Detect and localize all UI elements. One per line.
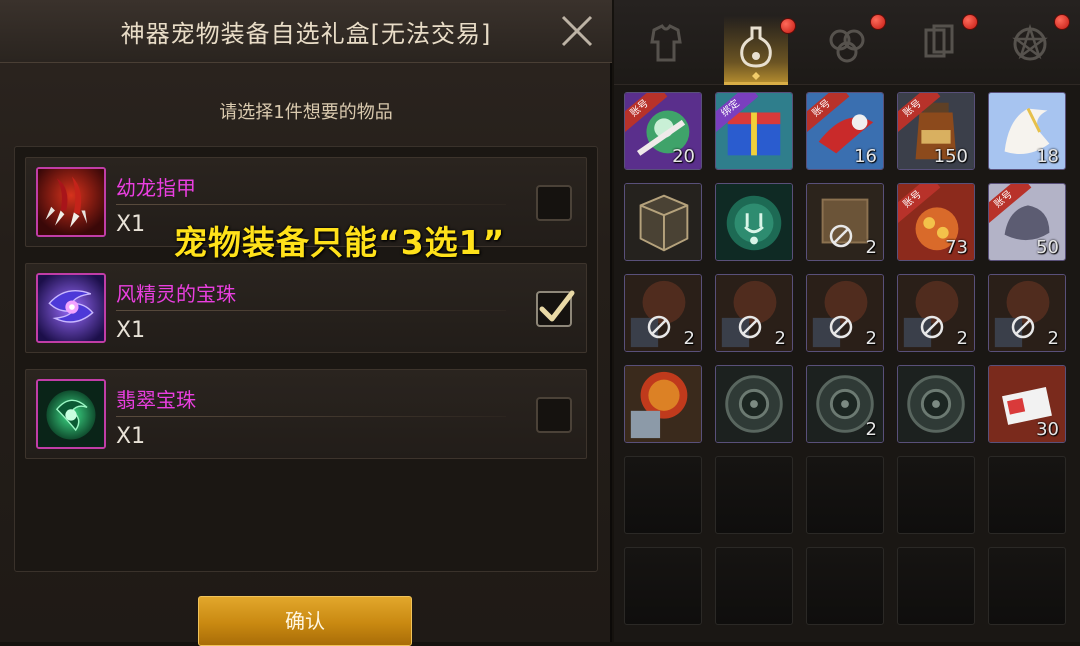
disc-item-icon — [716, 366, 792, 442]
item-count: 2 — [865, 419, 877, 440]
item-count: 2 — [865, 237, 877, 258]
item-name: 风精灵的宝珠 — [116, 282, 236, 306]
empty-slot[interactable] — [624, 547, 702, 625]
inventory-slot[interactable]: 2 — [988, 274, 1066, 352]
divider — [116, 310, 506, 311]
item-count: 150 — [933, 146, 968, 167]
inventory-slot[interactable]: 30 — [988, 365, 1066, 443]
inventory-slot[interactable] — [715, 365, 793, 443]
item-count: 30 — [1036, 419, 1059, 440]
overlay-caption: 宠物装备只能“3选1” — [174, 223, 506, 262]
item-checkbox-checked[interactable] — [536, 290, 575, 327]
item-count: 16 — [854, 146, 877, 167]
green-orb-item-icon — [716, 184, 792, 260]
empty-slot[interactable] — [806, 456, 884, 534]
no-trade-icon — [829, 315, 853, 339]
item-checkbox[interactable] — [536, 185, 572, 221]
inventory-slot[interactable]: 2 — [806, 183, 884, 261]
empty-slot[interactable] — [897, 456, 975, 534]
item-count: 2 — [774, 328, 786, 349]
no-trade-icon — [829, 224, 853, 248]
jade-orb-icon — [36, 379, 106, 449]
divider — [116, 416, 506, 417]
item-choice-list: 幼龙指甲 X1 风精灵的宝珠 X1 翡翠宝珠 X1 — [14, 146, 598, 572]
gift-box-dialog: 神器宠物装备自选礼盒[无法交易] 请选择1件想要的物品 幼龙指甲 X1 风精灵的… — [0, 0, 612, 646]
inventory-tab-bar — [614, 0, 1080, 85]
tab-equipment[interactable] — [634, 12, 698, 76]
inventory-slot[interactable]: 账号 20 — [624, 92, 702, 170]
inventory-slot[interactable]: 账号 16 — [806, 92, 884, 170]
dragon-claw-icon — [36, 167, 106, 237]
checkmark-icon — [539, 290, 575, 322]
item-row-jade-orb[interactable]: 翡翠宝珠 X1 — [25, 369, 587, 459]
item-quantity: X1 — [116, 424, 146, 449]
inventory-slot[interactable] — [897, 365, 975, 443]
empty-slot[interactable] — [715, 456, 793, 534]
item-row-wind-spirit-orb[interactable]: 风精灵的宝珠 X1 — [25, 263, 587, 353]
item-count: 20 — [672, 146, 695, 167]
tab-special[interactable] — [998, 12, 1070, 76]
inventory-slot[interactable]: 2 — [624, 274, 702, 352]
item-count: 18 — [1036, 146, 1059, 167]
item-count: 50 — [1036, 237, 1059, 258]
empty-slot[interactable] — [806, 547, 884, 625]
notification-badge — [962, 14, 978, 30]
no-trade-icon — [647, 315, 671, 339]
inventory-slot[interactable]: 2 — [806, 365, 884, 443]
inventory-slot[interactable] — [624, 183, 702, 261]
armor-icon — [650, 24, 682, 62]
close-button[interactable] — [556, 10, 598, 52]
cards-icon — [924, 24, 954, 58]
no-trade-icon — [1011, 315, 1035, 339]
tab-materials[interactable] — [814, 12, 886, 76]
empty-slot[interactable] — [897, 547, 975, 625]
confirm-button[interactable]: 确认 — [198, 596, 412, 646]
inventory-slot[interactable]: 2 — [806, 274, 884, 352]
inventory-slot[interactable] — [624, 365, 702, 443]
empty-slot[interactable] — [988, 456, 1066, 534]
inventory-slot[interactable]: 账号 73 — [897, 183, 975, 261]
inventory-slot[interactable]: 账号 50 — [988, 183, 1066, 261]
potion-icon — [740, 26, 772, 80]
inventory-slot[interactable]: 2 — [897, 274, 975, 352]
divider — [116, 204, 506, 205]
item-count: 2 — [956, 328, 968, 349]
item-name: 翡翠宝珠 — [116, 388, 196, 412]
dialog-header: 神器宠物装备自选礼盒[无法交易] — [0, 0, 612, 63]
no-trade-icon — [920, 315, 944, 339]
inventory-slot[interactable]: 账号 150 — [897, 92, 975, 170]
tab-cards[interactable] — [906, 12, 978, 76]
inventory-slot[interactable]: 绑定 — [715, 92, 793, 170]
item-count: 2 — [1047, 328, 1059, 349]
selection-prompt: 请选择1件想要的物品 — [219, 102, 393, 123]
empty-slot[interactable] — [988, 547, 1066, 625]
inventory-slot[interactable] — [715, 183, 793, 261]
notification-badge — [870, 14, 886, 30]
inventory-slot[interactable]: 18 — [988, 92, 1066, 170]
empty-slot[interactable] — [624, 456, 702, 534]
wind-spirit-orb-icon — [36, 273, 106, 343]
inventory-slot[interactable]: 2 — [715, 274, 793, 352]
item-quantity: X1 — [116, 318, 146, 343]
dialog-title: 神器宠物装备自选礼盒[无法交易] — [120, 20, 492, 48]
item-quantity: X1 — [116, 212, 146, 237]
item-count: 2 — [683, 328, 695, 349]
notification-badge — [780, 18, 796, 34]
no-trade-icon — [738, 315, 762, 339]
disc-item-icon — [898, 366, 974, 442]
item-checkbox[interactable] — [536, 397, 572, 433]
item-count: 73 — [945, 237, 968, 258]
close-icon — [561, 15, 593, 47]
tab-consumables[interactable] — [724, 16, 796, 85]
notification-badge — [1054, 14, 1070, 30]
cube-item-icon — [625, 184, 701, 260]
inventory-panel: 账号 20 绑定 账号 16 账号 150 18 2 账号 73 账号 50 2 2 2 2 2 2 30 — [614, 0, 1080, 642]
material-icon — [829, 29, 865, 63]
pentagram-icon — [1012, 23, 1048, 61]
item-count: 2 — [865, 328, 877, 349]
empty-slot[interactable] — [715, 547, 793, 625]
red-pouch-item-icon — [625, 366, 701, 442]
item-name: 幼龙指甲 — [116, 176, 196, 200]
